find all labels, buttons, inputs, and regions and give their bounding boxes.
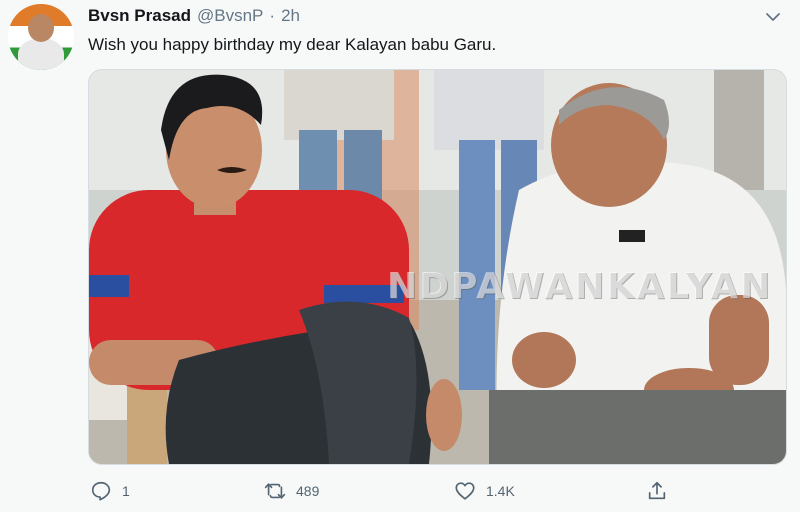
share-button[interactable] xyxy=(646,476,668,506)
author-name[interactable]: Bvsn Prasad xyxy=(88,6,191,26)
header-separator: · xyxy=(269,6,276,25)
tweet-text: Wish you happy birthday my dear Kalayan … xyxy=(88,35,497,54)
tweet-photo[interactable]: NDPAWANKALYAN xyxy=(88,69,787,465)
like-count: 1.4K xyxy=(486,483,515,499)
heart-icon xyxy=(455,482,475,500)
reply-button[interactable]: 1 xyxy=(90,476,130,506)
author-handle[interactable]: @BvsnP xyxy=(197,6,263,26)
share-icon xyxy=(648,481,666,500)
reply-icon xyxy=(91,481,111,501)
avatar-shoulders xyxy=(18,38,64,70)
chevron-down-icon[interactable] xyxy=(764,8,782,26)
avatar[interactable] xyxy=(8,4,74,70)
photo-watermark: NDPAWANKALYAN xyxy=(387,266,773,307)
retweet-button[interactable]: 489 xyxy=(264,476,319,506)
reply-count: 1 xyxy=(122,483,130,499)
retweet-count: 489 xyxy=(296,483,320,499)
tweet-time[interactable]: 2h xyxy=(281,6,300,26)
like-button[interactable]: 1.4K xyxy=(454,476,515,506)
tweet-actions: 1 489 1.4K xyxy=(88,476,688,506)
avatar-head xyxy=(28,14,54,42)
retweet-icon xyxy=(264,483,286,499)
tweet-header: Bvsn Prasad @BvsnP · 2h xyxy=(88,6,300,26)
tweet-card[interactable]: Bvsn Prasad @BvsnP · 2h Wish you happy b… xyxy=(0,0,800,512)
